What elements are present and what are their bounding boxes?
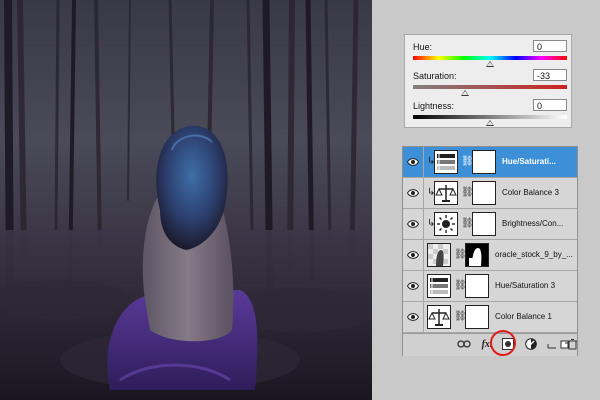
- saturation-slider-thumb[interactable]: [460, 90, 469, 96]
- layer-name[interactable]: Color Balance 3: [502, 188, 559, 197]
- column-divider: [423, 240, 424, 270]
- layer-name[interactable]: Brightness/Con...: [502, 219, 563, 228]
- layer-row[interactable]: ⛓ Color Balance 1: [403, 302, 577, 333]
- highlight-circle-annotation: [490, 330, 516, 356]
- column-divider: [423, 302, 424, 332]
- color-balance-icon[interactable]: [434, 181, 458, 205]
- layer-mask-thumbnail[interactable]: [465, 274, 489, 298]
- saturation-label: Saturation:: [413, 71, 457, 81]
- hue-label: Hue:: [413, 42, 433, 52]
- hue-input[interactable]: 0: [533, 40, 567, 52]
- visibility-eye-icon[interactable]: [406, 279, 420, 293]
- canvas-photo[interactable]: [0, 0, 372, 400]
- layer-mask-thumbnail[interactable]: [472, 212, 496, 236]
- lightness-input[interactable]: 0: [533, 99, 567, 111]
- layer-row[interactable]: ⛓ oracle_stock_9_by_...: [403, 240, 577, 271]
- layer-thumbnail[interactable]: [427, 243, 451, 267]
- color-balance-icon[interactable]: [427, 305, 451, 329]
- hue-slider-track[interactable]: [413, 56, 567, 60]
- layer-name[interactable]: Color Balance 1: [495, 312, 552, 321]
- visibility-eye-icon[interactable]: [406, 186, 420, 200]
- layer-name[interactable]: Hue/Saturation 3: [495, 281, 555, 290]
- column-divider: [423, 178, 424, 208]
- forest-scene-image: [0, 0, 372, 400]
- column-divider: [423, 147, 424, 177]
- visibility-eye-icon[interactable]: [406, 310, 420, 324]
- hue-saturation-panel: Hue: 0 Saturation: -33 Lightness: 0: [404, 34, 572, 128]
- layer-row[interactable]: ⛓ Hue/Saturation 3: [403, 271, 577, 302]
- trash-icon[interactable]: [567, 337, 577, 351]
- layer-mask-thumbnail[interactable]: [465, 305, 489, 329]
- layer-mask-thumbnail[interactable]: [472, 150, 496, 174]
- new-adjustment-layer-icon[interactable]: [524, 337, 538, 351]
- hue-saturation-icon[interactable]: [434, 150, 458, 174]
- layers-panel: ↳ ⛓ Hue/Saturati... ↳ ⛓ Color Balance 3 ↳ ⛓ Brig…: [402, 146, 578, 356]
- saturation-slider-track[interactable]: [413, 85, 567, 89]
- brightness-contrast-icon[interactable]: [434, 212, 458, 236]
- layer-row[interactable]: ↳ ⛓ Color Balance 3: [403, 178, 577, 209]
- layer-name[interactable]: Hue/Saturati...: [502, 157, 556, 166]
- visibility-eye-icon[interactable]: [406, 155, 420, 169]
- link-icon[interactable]: [457, 337, 471, 351]
- layer-row[interactable]: ↳ ⛓ Hue/Saturati...: [403, 147, 577, 178]
- layer-name[interactable]: oracle_stock_9_by_...: [495, 250, 573, 259]
- visibility-eye-icon[interactable]: [406, 217, 420, 231]
- hue-saturation-icon[interactable]: [427, 274, 451, 298]
- visibility-eye-icon[interactable]: [406, 248, 420, 262]
- column-divider: [423, 271, 424, 301]
- new-group-icon[interactable]: [546, 337, 558, 351]
- hue-slider-thumb[interactable]: [486, 61, 494, 67]
- lightness-slider-thumb[interactable]: [486, 120, 494, 126]
- layer-mask-thumbnail[interactable]: [465, 243, 489, 267]
- lightness-slider-track[interactable]: [413, 115, 567, 119]
- layer-mask-thumbnail[interactable]: [472, 181, 496, 205]
- layer-row[interactable]: ↳ ⛓ Brightness/Con...: [403, 209, 577, 240]
- saturation-input[interactable]: -33: [533, 69, 567, 81]
- lightness-label: Lightness:: [413, 101, 455, 111]
- column-divider: [423, 209, 424, 239]
